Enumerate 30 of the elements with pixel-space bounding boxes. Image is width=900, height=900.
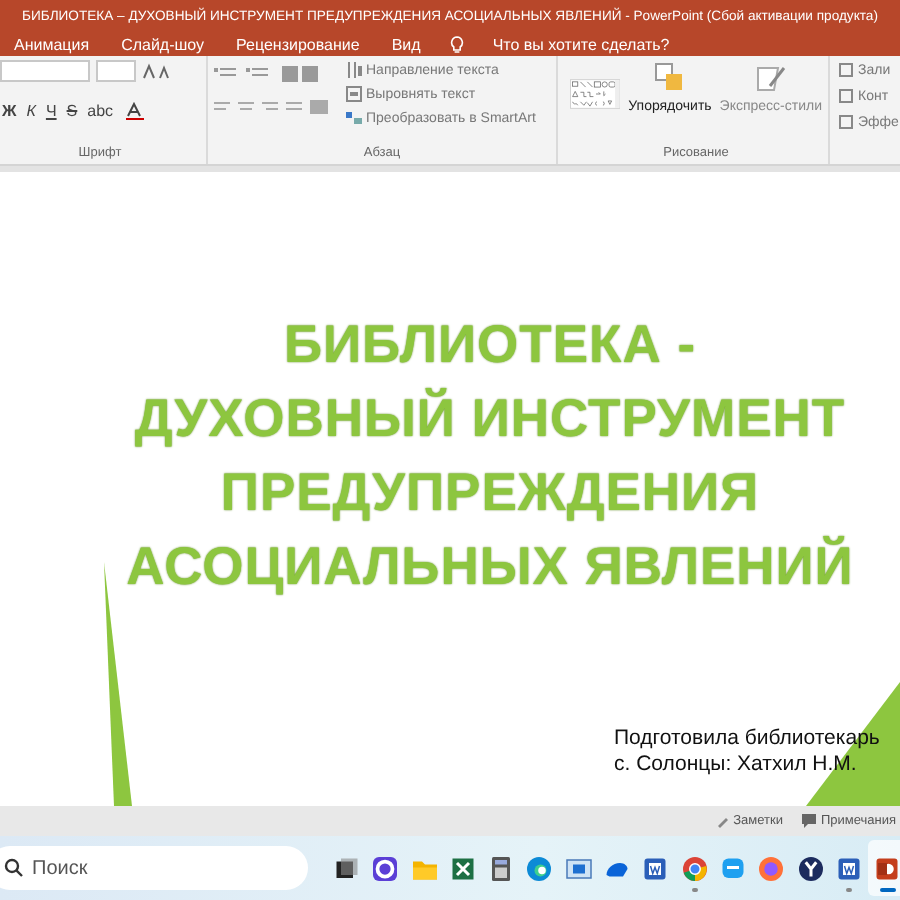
tell-me-field[interactable]: Что вы хотите сделать?	[492, 35, 670, 53]
taskbar-app-icon[interactable]	[868, 840, 900, 896]
search-field[interactable]: Поиск	[0, 846, 308, 890]
format-button[interactable]: S	[64, 102, 80, 120]
format-button[interactable]: К	[24, 102, 38, 120]
slide-title: ДУХОВНЫЙ ИНСТРУМЕНТ	[134, 386, 846, 452]
slide-title: ПРЕДУПРЕЖДЕНИЯ	[220, 460, 760, 526]
format-button[interactable]: Ж	[0, 102, 19, 120]
ribbon-tab[interactable]: Вид	[389, 35, 423, 53]
lightbulb-icon[interactable]	[450, 35, 465, 53]
comment-icon	[802, 814, 817, 828]
paragraph-icon	[346, 86, 362, 102]
pencil-icon	[715, 814, 730, 828]
ribbon-tab[interactable]: Рецензирование	[234, 35, 362, 53]
font-size-field[interactable]	[96, 60, 136, 82]
font-color-icon[interactable]	[121, 102, 150, 120]
ribbon-tab[interactable]: Слайд-шоу	[119, 35, 207, 53]
slide-title: БИБЛИОТЕКА -	[283, 312, 697, 378]
square-icon	[838, 114, 854, 130]
paragraph-icon	[346, 62, 362, 78]
font-size-icon[interactable]	[142, 62, 170, 80]
slide-title: АСОЦИАЛЬНЫХ ЯВЛЕНИЙ	[126, 534, 854, 600]
paragraph-icon	[346, 110, 362, 126]
format-button[interactable]: Ч	[43, 102, 59, 120]
font-name-field[interactable]	[0, 60, 90, 82]
search-icon	[4, 858, 24, 878]
square-icon	[838, 62, 854, 78]
square-icon	[838, 88, 854, 104]
ribbon-tab[interactable]: Анимация	[12, 35, 92, 53]
format-button[interactable]: abc	[85, 102, 116, 120]
